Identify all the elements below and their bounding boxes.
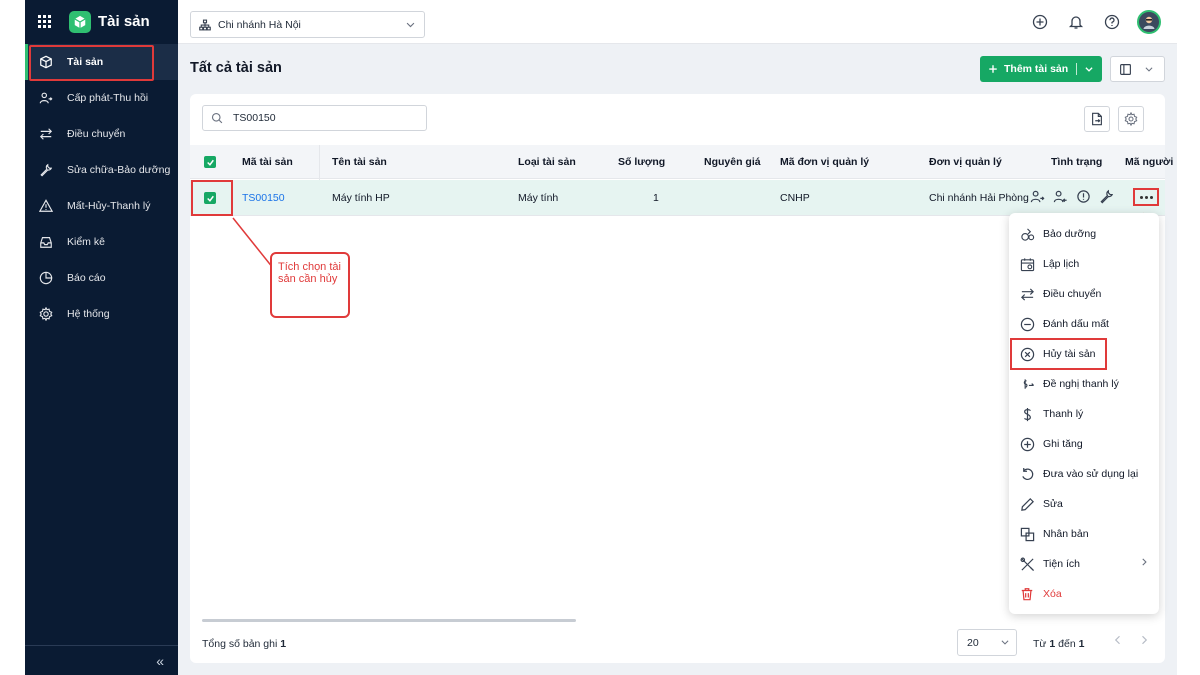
arrows-swap-icon (1019, 286, 1035, 302)
menu-item-maintenance[interactable]: Bảo dưỡng (1009, 219, 1159, 249)
menu-item-label: Điều chuyển (1043, 288, 1102, 300)
trash-icon (1019, 586, 1035, 602)
menu-item-increase[interactable]: Ghi tăng (1009, 429, 1159, 459)
callout-note: Tích chọn tài sản cần hủy (270, 252, 350, 318)
minus-circle-icon (1019, 316, 1035, 332)
chevron-right-icon (1139, 557, 1149, 567)
menu-item-utilities[interactable]: Tiện ích (1009, 549, 1159, 579)
menu-item-label: Đưa vào sử dụng lại (1043, 468, 1139, 480)
menu-item-label: Đánh dấu mất (1043, 318, 1109, 330)
menu-item-label: Xóa (1043, 588, 1062, 600)
menu-item-schedule[interactable]: Lập lịch (1009, 249, 1159, 279)
menu-item-label: Sửa (1043, 498, 1063, 510)
menu-item-label: Đề nghị thanh lý (1043, 378, 1119, 390)
undo-icon (1019, 466, 1035, 482)
menu-item-label: Lập lịch (1043, 258, 1080, 270)
dollar-request-icon (1019, 376, 1035, 392)
menu-item-label: Thanh lý (1043, 408, 1084, 420)
menu-item-label: Tiện ích (1043, 558, 1080, 570)
menu-item-mark-lost[interactable]: Đánh dấu mất (1009, 309, 1159, 339)
menu-item-request-liquidation[interactable]: Đề nghị thanh lý (1009, 369, 1159, 399)
annotation-arrows (232, 212, 1145, 334)
cancel-asset-highlight (1010, 338, 1107, 370)
maintenance-icon (1019, 226, 1035, 242)
menu-item-duplicate[interactable]: Nhân bản (1009, 519, 1159, 549)
menu-item-transfer[interactable]: Điều chuyển (1009, 279, 1159, 309)
menu-item-delete[interactable]: Xóa (1009, 579, 1159, 609)
menu-item-reuse[interactable]: Đưa vào sử dụng lại (1009, 459, 1159, 489)
dollar-icon (1019, 406, 1035, 422)
menu-item-liquidate[interactable]: Thanh lý (1009, 399, 1159, 429)
plus-circle-icon (1019, 436, 1035, 452)
pencil-icon (1019, 496, 1035, 512)
calendar-icon (1019, 256, 1035, 272)
menu-item-edit[interactable]: Sửa (1009, 489, 1159, 519)
row-actions-menu: Bảo dưỡng Lập lịch Điều chuyển Đánh dấu … (1009, 213, 1159, 614)
copy-icon (1019, 526, 1035, 542)
tools-icon (1019, 556, 1035, 572)
app-frame: Tài sản Tài sản Cấp phát-Thu hồi Điều ch… (25, 0, 1177, 675)
menu-item-label: Ghi tăng (1043, 438, 1083, 450)
menu-item-label: Bảo dưỡng (1043, 228, 1097, 240)
menu-item-label: Nhân bản (1043, 528, 1089, 540)
